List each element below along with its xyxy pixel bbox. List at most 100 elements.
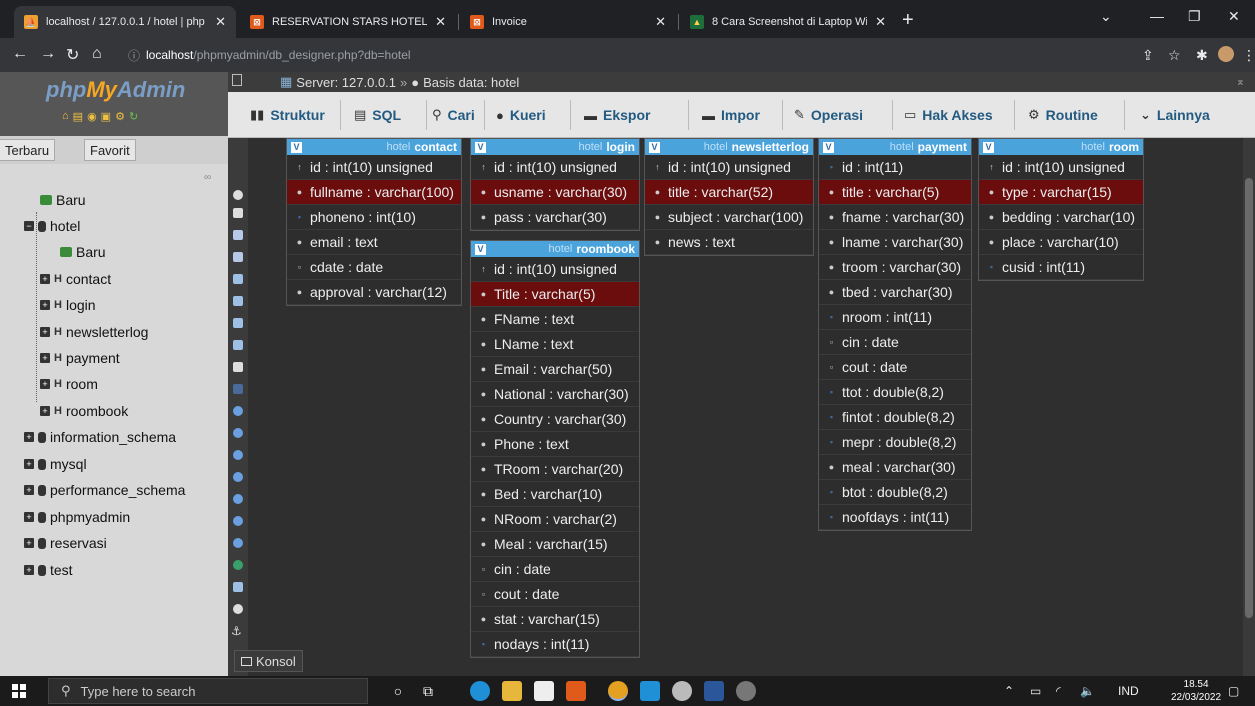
expand-icon[interactable]: + [24,512,34,522]
home-icon[interactable]: ⌂ [62,110,69,123]
column-row[interactable]: ● bedding : varchar(10) [979,205,1143,230]
tab-favorites[interactable]: Favorit [84,139,136,161]
cortana-icon[interactable]: ○ [388,681,408,701]
tray-chevron-up-icon[interactable]: ⌃ [1004,684,1014,698]
table-header[interactable]: Vhotel newsletterlog [645,139,813,155]
column-row[interactable]: ▪ mepr : double(8,2) [819,430,971,455]
windows-start-icon[interactable] [12,684,26,698]
column-row[interactable]: ● email : text [287,230,461,255]
column-row[interactable]: ↑ id : int(10) unsigned [645,155,813,180]
table-header[interactable]: Vhotel login [471,139,639,155]
column-row[interactable]: ▪ noofdays : int(11) [819,505,971,530]
column-row[interactable]: ● tbed : varchar(30) [819,280,971,305]
profile-avatar[interactable] [1218,46,1234,62]
anchor-icon[interactable]: ⚓ [231,624,245,638]
menu-structure[interactable]: ▮▮ Struktur [250,100,325,130]
tree-db-information-schema[interactable]: + information_schema [24,425,176,449]
maximize-icon[interactable]: ❐ [1188,8,1201,25]
expand-icon[interactable]: + [24,538,34,548]
volume-icon[interactable]: 🔈 [1080,684,1095,698]
relation-lines-icon[interactable] [233,472,243,482]
column-row[interactable]: ● title : varchar(5) [819,180,971,205]
expand-icon[interactable]: + [40,274,50,284]
column-row[interactable]: ▪ fintot : double(8,2) [819,405,971,430]
mysql-workbench-icon[interactable] [672,681,692,701]
docs-icon[interactable]: ▣ [101,110,111,123]
snap-grid-icon[interactable] [233,406,243,416]
column-row[interactable]: ● FName : text [471,307,639,332]
column-row[interactable]: ● stat : varchar(15) [471,607,639,632]
toggle-icon[interactable]: V [823,141,834,153]
help-icon[interactable] [233,604,243,614]
expand-icon[interactable]: + [40,379,50,389]
tab-invoice[interactable]: ⊠ Invoice ✕ [460,6,676,38]
reload-icon[interactable] [233,362,243,372]
designer-scrollbar[interactable] [1243,138,1255,676]
menu-sql[interactable]: ▤ SQL [354,100,401,130]
angular-links-icon[interactable] [233,384,243,394]
minimize-icon[interactable]: — [1150,8,1164,24]
table-header[interactable]: Vhotel room [979,139,1143,155]
tab-search-chevron-icon[interactable]: ⌄ [1100,8,1112,25]
info-icon[interactable]: ⓘ [128,47,140,64]
close-window-icon[interactable]: ✕ [1228,8,1240,25]
close-tab-icon[interactable]: ✕ [655,14,666,30]
tab-recent[interactable]: Terbaru [0,139,56,161]
extensions-icon[interactable]: ✱ [1196,47,1208,64]
column-row[interactable]: ▫ cin : date [819,330,971,355]
tree-table-newsletterlog[interactable]: + Hnewsletterlog [40,320,148,344]
display-field-icon[interactable] [233,340,243,350]
small-big-icon[interactable] [233,428,243,438]
column-row[interactable]: ● NRoom : varchar(2) [471,507,639,532]
column-row[interactable]: ↑ id : int(10) unsigned [979,155,1143,180]
column-row[interactable]: ● pass : varchar(30) [471,205,639,230]
tree-table-room[interactable]: + Hroom [40,372,98,396]
delete-page-icon[interactable] [233,274,243,284]
column-row[interactable]: ▪ nroom : int(11) [819,305,971,330]
help-icon[interactable]: ◉ [87,110,97,123]
expand-icon[interactable]: + [40,300,50,310]
tree-table-payment[interactable]: + Hpayment [40,346,120,370]
table-header[interactable]: Vhotel roombook [471,241,639,257]
column-row[interactable]: ● Meal : varchar(15) [471,532,639,557]
tree-table-roombook[interactable]: + Hroombook [40,399,128,423]
column-row[interactable]: ● Bed : varchar(10) [471,482,639,507]
scroll-up-icon[interactable]: ⌅ [1236,75,1245,88]
chrome-icon[interactable] [608,681,628,701]
toggle-icon[interactable]: V [983,141,994,153]
word-icon[interactable] [704,681,724,701]
column-row[interactable]: ● type : varchar(15) [979,180,1143,205]
wifi-icon[interactable]: ◜ [1056,684,1061,698]
export-schema-icon[interactable] [233,494,243,504]
home-icon[interactable]: ⌂ [92,45,102,63]
column-row[interactable]: ● troom : varchar(30) [819,255,971,280]
open-page-icon[interactable] [233,252,243,262]
toggle-small-big-icon[interactable] [233,450,243,460]
obs-icon[interactable] [736,681,756,701]
url-field[interactable]: ⓘ localhost/phpmyadmin/db_designer.php?d… [128,42,1128,68]
tree-db-hotel[interactable]: − hotel [24,214,80,238]
create-relation-icon[interactable] [233,318,243,328]
tab-screenshot-article[interactable]: ▲ 8 Cara Screenshot di Laptop Win ✕ [680,6,896,38]
toggle-icon[interactable]: V [475,243,486,255]
menu-export[interactable]: ▬ Ekspor [584,100,650,130]
tree-db-reservasi[interactable]: + reservasi [24,531,107,555]
taskbar-search-input[interactable]: ⚲ Type here to search [48,678,368,704]
designer-table-contact[interactable]: Vhotel contact ↑ id : int(10) unsigned ● fu… [286,138,462,306]
move-menu-icon[interactable] [233,538,243,548]
tab-phpmyadmin[interactable]: ⛵ localhost / 127.0.0.1 / hotel | php ✕ [14,6,236,38]
breadcrumb-server[interactable]: Server: 127.0.0.1 [296,75,396,90]
column-row[interactable]: ● meal : varchar(30) [819,455,971,480]
column-row[interactable]: ↑ id : int(10) unsigned [287,155,461,180]
xampp-icon[interactable] [566,681,586,701]
toggle-icon[interactable]: V [475,141,486,153]
menu-import[interactable]: ▬ Impor [702,100,760,130]
collapse-icon[interactable]: − [24,221,34,231]
console-button[interactable]: Konsol [234,650,303,672]
edge-icon[interactable] [470,681,490,701]
link-icon[interactable]: ∞ [204,172,211,183]
column-row[interactable]: ● subject : varchar(100) [645,205,813,230]
column-row[interactable]: ● approval : varchar(12) [287,280,461,305]
share-icon[interactable]: ⇪ [1142,47,1154,64]
file-explorer-icon[interactable] [502,681,522,701]
